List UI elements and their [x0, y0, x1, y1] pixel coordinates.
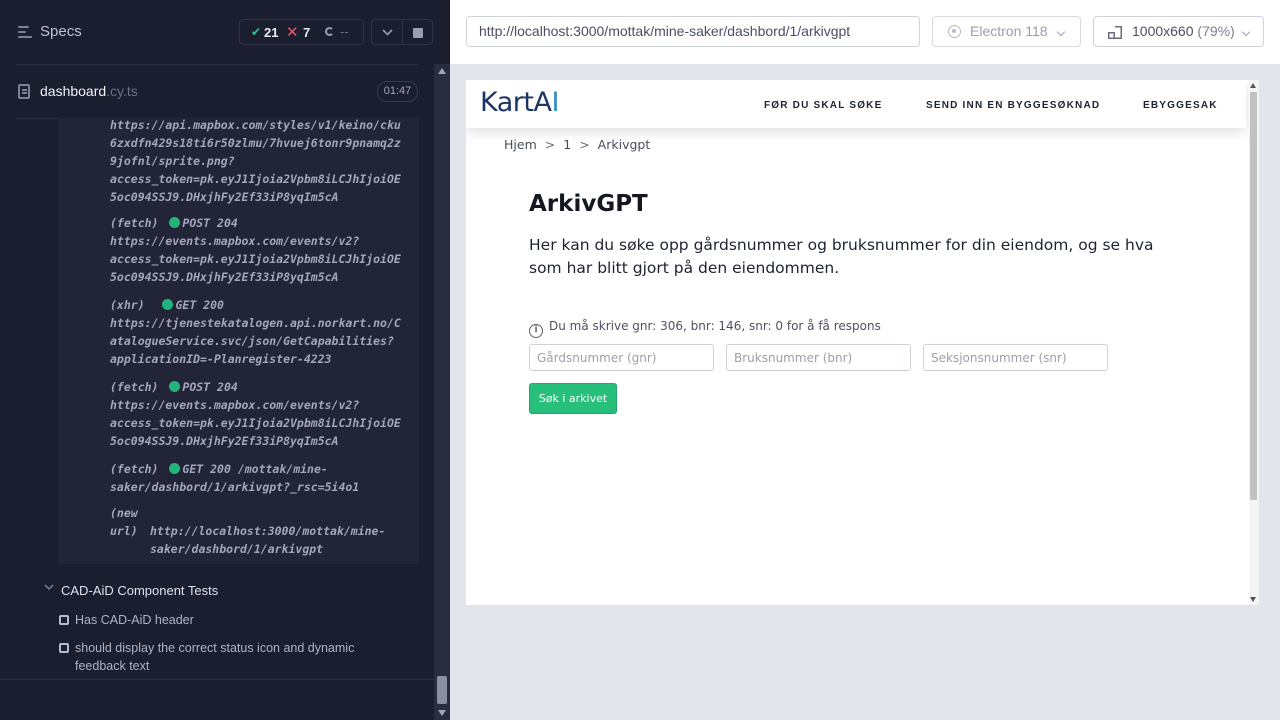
log-entry[interactable]: (fetch) POST 204 https://events.mapbox.c…: [110, 214, 415, 286]
test-label: should display the correct status icon a…: [75, 641, 355, 673]
spec-file-name: dashboard.cy.ts: [40, 83, 138, 99]
log-method: POST 204: [182, 380, 238, 394]
aut-toolbar: http://localhost:3000/mottak/mine-saker/…: [450, 0, 1280, 64]
log-url: https://events.mapbox.com/events/v2? acc…: [110, 234, 401, 284]
log-url: https://api.mapbox.com/styles/v1/keino/c…: [110, 118, 401, 204]
scroll-up-icon[interactable]: [438, 68, 446, 74]
bnr-input[interactable]: [726, 344, 911, 371]
test-status-icon: [59, 643, 69, 653]
breadcrumb-current: Arkivgpt: [597, 137, 651, 152]
breadcrumb-1[interactable]: 1: [563, 137, 571, 152]
reporter-scrollbar[interactable]: [434, 64, 450, 720]
reporter-panel: Specs ✔ 21 ✕ 7 -- dashboard.cy.ts 01:47 …: [0, 0, 450, 720]
scroll-thumb[interactable]: [437, 676, 447, 704]
log-method: GET 200: [182, 462, 231, 476]
logo-text: KartA: [480, 87, 552, 118]
test-status-icon: [59, 615, 69, 625]
log-url: https://events.mapbox.com/events/v2? acc…: [110, 398, 401, 448]
site-logo[interactable]: KartAI: [480, 87, 559, 118]
viewport-size: 1000x660: [1132, 23, 1194, 39]
log-entry[interactable]: (xhr) GET 200 https://tjenestekatalogen.…: [110, 296, 415, 368]
pending-count: --: [340, 24, 349, 39]
suite-row[interactable]: CAD-AiD Component Tests: [0, 580, 434, 602]
x-icon: ✕: [286, 24, 299, 41]
aut-frame: KartAI FØR DU SKAL SØKE SEND INN EN BYGG…: [466, 80, 1259, 605]
search-archive-button[interactable]: Søk i arkivet: [529, 383, 617, 414]
electron-icon: [948, 25, 961, 38]
log-url: https://tjenestekatalogen.api.norkart.no…: [110, 316, 401, 366]
scroll-down-icon[interactable]: [1250, 597, 1256, 602]
browser-label: Electron 118: [970, 23, 1048, 39]
chevron-down-icon: [1241, 27, 1251, 37]
spec-file-extension: .cy.ts: [106, 83, 138, 99]
page-description: Her kan du søke opp gårdsnummer og bruks…: [529, 236, 1154, 277]
scroll-down-icon[interactable]: [438, 710, 446, 716]
spec-file-basename: dashboard: [40, 83, 107, 99]
stop-icon: [413, 28, 423, 38]
gnr-input[interactable]: [529, 344, 714, 371]
viewport-scale: (79%): [1197, 23, 1235, 39]
log-entry[interactable]: (fetch) GET 200 /mottak/mine- saker/dash…: [110, 460, 415, 496]
log-entry[interactable]: https://api.mapbox.com/styles/v1/keino/c…: [110, 118, 415, 206]
nav-link-submit-application[interactable]: SEND INN EN BYGGESØKNAD: [926, 100, 1100, 111]
file-icon: [18, 84, 30, 99]
logo-accent: I: [551, 87, 559, 118]
viewport-label: 1000x660 (79%): [1132, 17, 1235, 46]
page-title: ArkivGPT: [529, 191, 648, 217]
aut-scrollbar[interactable]: [1249, 80, 1259, 605]
breadcrumb: Hjem >1 > Arkivgpt: [504, 137, 650, 152]
testing-preferences-button[interactable]: [371, 19, 403, 45]
scroll-up-icon[interactable]: [1250, 83, 1256, 88]
list-icon[interactable]: [18, 26, 32, 38]
specs-header: Specs ✔ 21 ✕ 7 --: [0, 0, 450, 64]
log-type: (fetch): [110, 462, 159, 476]
viewport-icon: [1108, 26, 1122, 39]
viewport-selector[interactable]: 1000x660 (79%): [1093, 16, 1264, 47]
log-type: (xhr): [110, 298, 145, 312]
spec-file-row: dashboard.cy.ts 01:47: [0, 66, 434, 118]
status-dot-icon: [169, 217, 181, 228]
site-navbar: KartAI FØR DU SKAL SØKE SEND INN EN BYGG…: [466, 80, 1246, 128]
test-item[interactable]: Has CAD-AiD header: [0, 611, 434, 631]
hint-label: Du må skrive gnr: 306, bnr: 146, snr: 0 …: [549, 319, 881, 333]
reporter-footer: [0, 679, 434, 720]
breadcrumb-home[interactable]: Hjem: [504, 137, 537, 152]
suite-title: CAD-AiD Component Tests: [61, 583, 219, 598]
chevron-down-icon: [382, 29, 393, 36]
check-icon: ✔: [251, 25, 262, 39]
spinner-icon: [325, 27, 334, 36]
log-entry[interactable]: (fetch) POST 204 https://events.mapbox.c…: [110, 378, 415, 450]
info-icon: i: [529, 324, 543, 338]
chevron-down-icon: [1056, 27, 1066, 37]
specs-title[interactable]: Specs: [40, 23, 82, 40]
stop-button[interactable]: [403, 19, 433, 45]
log-url: http://localhost:3000/mottak/mine- saker…: [150, 524, 386, 556]
nav-link-before-apply[interactable]: FØR DU SKAL SØKE: [764, 100, 882, 111]
log-method: GET 200: [175, 298, 224, 312]
test-label: Has CAD-AiD header: [75, 613, 194, 627]
nav-link-ebyggesak[interactable]: EBYGGESAK: [1143, 100, 1218, 111]
log-type: (fetch): [110, 216, 159, 230]
status-dot-icon: [169, 463, 181, 474]
url-bar[interactable]: http://localhost:3000/mottak/mine-saker/…: [466, 16, 920, 47]
scroll-thumb[interactable]: [1250, 92, 1257, 500]
spec-duration: 01:47: [377, 81, 418, 102]
breadcrumb-separator: >: [579, 137, 590, 152]
status-dot-icon: [162, 299, 174, 310]
breadcrumb-separator: >: [544, 137, 556, 152]
divider: [16, 64, 418, 65]
snr-input[interactable]: [923, 344, 1108, 371]
hint-text: i Du må skrive gnr: 306, bnr: 146, snr: 0…: [529, 319, 881, 338]
log-method: POST 204: [182, 216, 238, 230]
browser-selector[interactable]: Electron 118: [932, 16, 1081, 47]
failed-count: 7: [303, 25, 311, 40]
status-dot-icon: [169, 381, 181, 392]
command-log[interactable]: https://api.mapbox.com/styles/v1/keino/c…: [58, 118, 419, 564]
log-type: (new url): [110, 506, 138, 538]
test-item[interactable]: should display the correct status icon a…: [0, 639, 434, 675]
log-type: (fetch): [110, 380, 159, 394]
test-stats: ✔ 21 ✕ 7 --: [239, 19, 364, 45]
chevron-down-icon: [44, 584, 54, 591]
passed-count: 21: [264, 25, 279, 40]
